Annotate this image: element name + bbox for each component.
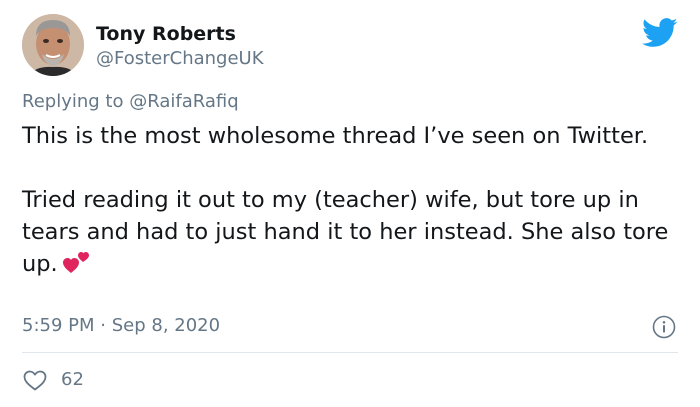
timestamp-separator: · <box>100 315 106 336</box>
like-button[interactable]: 62 <box>22 367 84 393</box>
avatar[interactable] <box>22 14 84 76</box>
author-handle[interactable]: @FosterChangeUK <box>96 47 264 71</box>
tweet-text: This is the most wholesome thread I’ve s… <box>22 120 672 280</box>
like-count: 62 <box>61 369 84 390</box>
divider <box>22 352 678 353</box>
tweet-time: 5:59 PM <box>22 315 95 336</box>
tweet-paragraph-2: Tried reading it out to my (teacher) wif… <box>22 184 672 280</box>
twitter-bird-icon[interactable] <box>642 18 678 48</box>
heart-outline-icon <box>23 370 47 391</box>
replying-prefix: Replying to <box>22 91 124 112</box>
author-name[interactable]: Tony Roberts <box>96 22 236 46</box>
tweet-card: Tony Roberts @FosterChangeUK Replying to… <box>0 0 700 407</box>
tweet-paragraph-text: Tried reading it out to my (teacher) wif… <box>22 187 669 277</box>
tweet-date: Sep 8, 2020 <box>111 315 221 336</box>
tweet-timestamp[interactable]: 5:59 PM · Sep 8, 2020 <box>22 314 220 338</box>
info-icon[interactable] <box>652 315 676 339</box>
avatar-photo <box>22 14 84 76</box>
reply-mention-link[interactable]: @RaifaRafiq <box>129 91 238 112</box>
two-hearts-emoji-icon <box>62 250 92 274</box>
replying-to: Replying to @RaifaRafiq <box>22 90 239 114</box>
tweet-paragraph: This is the most wholesome thread I’ve s… <box>22 123 649 149</box>
